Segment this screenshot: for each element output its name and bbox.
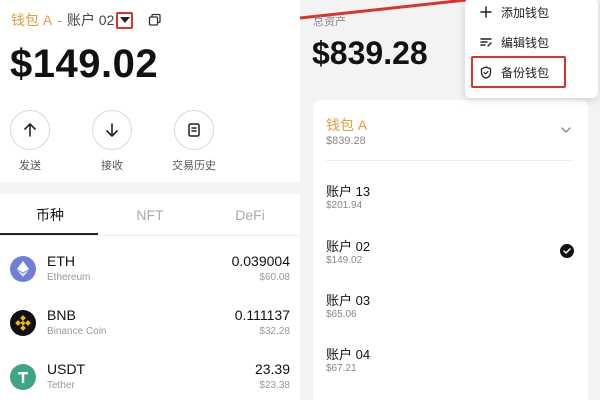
asset-tabs: 币种 NFT DeFi (0, 194, 300, 236)
token-row[interactable]: USDT Tether 23.39 $23.38 (0, 352, 300, 400)
check-icon (560, 244, 574, 258)
token-amount: 0.039004 (231, 253, 290, 269)
token-value: $23.38 (259, 380, 290, 391)
receive-label: 接收 (101, 160, 123, 172)
receive-button[interactable]: 接收 (82, 110, 142, 173)
history-label: 交易历史 (172, 160, 216, 172)
wallet-card-total: $839.28 (326, 135, 366, 147)
wallet-switcher-panel: 总资产 $839.28 钱包 A $839.28 账户 13 $201.94 账… (300, 0, 600, 400)
account-item-name: 账户 02 (326, 239, 371, 254)
active-tab-indicator (0, 233, 98, 235)
token-name: Ethereum (47, 272, 91, 283)
account-item[interactable]: 账户 03 $65.06 (326, 290, 574, 330)
section-divider (0, 182, 300, 194)
token-name: Tether (47, 380, 75, 391)
account-balance: $149.02 (10, 42, 159, 86)
caret-down-icon (119, 17, 130, 23)
send-button[interactable]: 发送 (0, 110, 60, 173)
token-row[interactable]: ETH Ethereum 0.039004 $60.08 (0, 244, 300, 298)
tab-tokens[interactable]: 币种 (0, 194, 100, 236)
edit-wallet-menu-item[interactable]: 编辑钱包 (465, 28, 598, 56)
transaction-history-button[interactable]: 交易历史 (164, 110, 224, 173)
token-symbol: BNB (47, 307, 76, 323)
account-dropdown-button[interactable] (116, 11, 134, 29)
token-name: Binance Coin (47, 326, 107, 337)
action-bar: 发送 接收 交易历史 (0, 110, 300, 180)
token-amount: 23.39 (254, 361, 290, 377)
send-label: 发送 (19, 160, 41, 172)
ethereum-icon (10, 256, 36, 282)
wallet-menu: 添加钱包 编辑钱包 备份钱包 (465, 0, 598, 98)
account-name: 账户 02 (66, 12, 115, 28)
edit-wallet-label: 编辑钱包 (501, 35, 550, 50)
wallet-card-divider (326, 160, 574, 161)
token-value: $32.28 (259, 326, 290, 337)
bnb-icon (10, 310, 36, 336)
add-wallet-menu-item[interactable]: 添加钱包 (465, 0, 598, 26)
add-wallet-label: 添加钱包 (501, 5, 550, 20)
token-value: $60.08 (259, 272, 290, 283)
arrow-down-icon (106, 123, 118, 137)
header-separator: - (57, 12, 62, 28)
account-item-value: $67.21 (326, 363, 357, 374)
account-item-name: 账户 03 (326, 293, 371, 308)
account-item-name: 账户 04 (326, 347, 371, 362)
arrow-up-icon (24, 123, 36, 137)
account-item-value: $149.02 (326, 255, 363, 266)
token-symbol: ETH (47, 253, 75, 269)
tab-defi[interactable]: DeFi (200, 194, 300, 236)
copy-icon[interactable] (148, 13, 162, 27)
wallet-name: 钱包 A (11, 12, 53, 28)
edit-icon (479, 35, 493, 49)
account-item[interactable]: 账户 13 $201.94 (326, 181, 574, 221)
account-item[interactable]: 账户 04 $67.21 (326, 344, 574, 384)
wallet-panel: 钱包 A - 账户 02 $149.02 发送 接收 交易历史 币种 NFT D… (0, 0, 300, 400)
tab-nft[interactable]: NFT (100, 194, 200, 236)
backup-highlight-box (471, 56, 566, 88)
account-item[interactable]: 账户 02 $149.02 (326, 236, 574, 276)
history-icon (188, 123, 200, 137)
plus-icon (479, 5, 493, 19)
account-item-value: $201.94 (326, 200, 363, 211)
token-symbol: USDT (47, 361, 86, 377)
account-item-value: $65.06 (326, 309, 357, 320)
token-row[interactable]: BNB Binance Coin 0.111137 $32.28 (0, 298, 300, 352)
chevron-down-icon[interactable] (560, 124, 572, 136)
tether-icon (10, 364, 36, 390)
total-assets-value: $839.28 (312, 35, 428, 71)
token-amount: 0.111137 (234, 307, 290, 323)
wallet-card: 钱包 A $839.28 账户 13 $201.94 账户 02 $149.02… (313, 100, 588, 400)
total-assets-label: 总资产 (313, 16, 346, 28)
account-item-name: 账户 13 (326, 184, 371, 199)
wallet-account-selector[interactable]: 钱包 A - 账户 02 (11, 8, 134, 32)
wallet-card-name: 钱包 A (326, 117, 368, 133)
